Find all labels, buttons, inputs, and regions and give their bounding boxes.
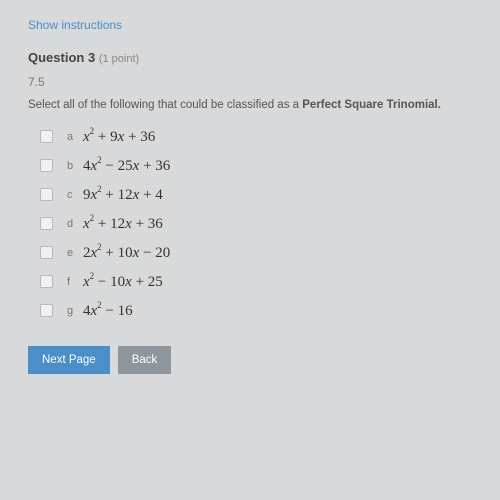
- list-item: b 4x2 − 25x + 36: [40, 156, 472, 175]
- question-points: (1 point): [99, 53, 139, 65]
- checkbox-e[interactable]: [40, 246, 53, 259]
- question-number: Question 3: [28, 50, 95, 65]
- list-item: d x2 + 12x + 36: [40, 214, 472, 233]
- checkbox-a[interactable]: [40, 130, 53, 143]
- option-letter: c: [67, 189, 83, 201]
- option-expression: 4x2 − 16: [83, 301, 133, 320]
- checkbox-f[interactable]: [40, 275, 53, 288]
- checkbox-b[interactable]: [40, 159, 53, 172]
- checkbox-g[interactable]: [40, 304, 53, 317]
- back-button[interactable]: Back: [118, 346, 172, 374]
- option-letter: e: [67, 247, 83, 259]
- list-item: g 4x2 − 16: [40, 301, 472, 320]
- option-letter: a: [67, 131, 83, 143]
- question-prompt: Select all of the following that could b…: [28, 99, 472, 111]
- option-letter: b: [67, 160, 83, 172]
- option-expression: x2 − 10x + 25: [83, 272, 163, 291]
- question-header: Question 3 (1 point): [28, 50, 472, 65]
- question-section: 7.5: [28, 75, 472, 89]
- options-list: a x2 + 9x + 36 b 4x2 − 25x + 36 c 9x2 + …: [28, 127, 472, 320]
- option-expression: 4x2 − 25x + 36: [83, 156, 170, 175]
- list-item: f x2 − 10x + 25: [40, 272, 472, 291]
- list-item: c 9x2 + 12x + 4: [40, 185, 472, 204]
- option-expression: x2 + 9x + 36: [83, 127, 155, 146]
- nav-buttons: Next Page Back: [28, 346, 472, 374]
- next-page-button[interactable]: Next Page: [28, 346, 110, 374]
- show-instructions-link[interactable]: Show instructions: [28, 18, 472, 32]
- option-expression: 9x2 + 12x + 4: [83, 185, 163, 204]
- prompt-bold: Perfect Square Trinomial.: [302, 99, 441, 111]
- option-letter: g: [67, 305, 83, 317]
- option-expression: 2x2 + 10x − 20: [83, 243, 170, 262]
- checkbox-d[interactable]: [40, 217, 53, 230]
- option-expression: x2 + 12x + 36: [83, 214, 163, 233]
- list-item: e 2x2 + 10x − 20: [40, 243, 472, 262]
- checkbox-c[interactable]: [40, 188, 53, 201]
- list-item: a x2 + 9x + 36: [40, 127, 472, 146]
- option-letter: f: [67, 276, 83, 288]
- option-letter: d: [67, 218, 83, 230]
- prompt-pre: Select all of the following that could b…: [28, 99, 302, 111]
